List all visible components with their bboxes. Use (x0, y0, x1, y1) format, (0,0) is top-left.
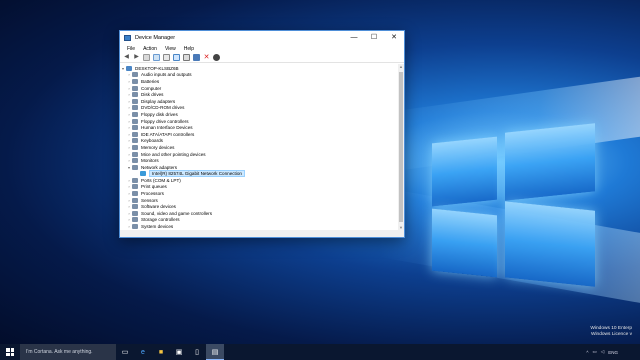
tree-item[interactable]: › Ports (COM & LPT) (120, 177, 400, 184)
task-view-icon[interactable]: ▭ (116, 344, 134, 360)
device-category-icon (132, 118, 138, 124)
show-hidden-icons-icon[interactable]: ^ (586, 350, 588, 355)
device-category-icon (132, 191, 138, 197)
help-icon[interactable] (163, 54, 170, 61)
menu-view[interactable]: View (161, 46, 180, 52)
tree-item[interactable]: › Storage controllers (120, 217, 400, 224)
uninstall-icon[interactable]: ✕ (203, 54, 210, 61)
windows-logo-pane (505, 123, 595, 201)
tree-item[interactable]: › Human Interface Devices (120, 124, 400, 131)
windows-logo-pane (432, 136, 497, 207)
menu-help[interactable]: Help (180, 46, 198, 52)
back-icon[interactable]: ◀ (123, 54, 130, 61)
network-card-icon (140, 171, 146, 177)
tree-item[interactable]: › Audio inputs and outputs (120, 72, 400, 79)
file-explorer-icon[interactable]: ■ (152, 344, 170, 360)
device-manager-icon (124, 34, 131, 41)
tree-item[interactable]: › Monitors (120, 157, 400, 164)
device-category-icon (132, 210, 138, 216)
device-category-icon (132, 217, 138, 223)
device-category-icon (132, 78, 138, 84)
show-hide-tree-icon[interactable] (143, 54, 150, 61)
app-icon[interactable]: ▯ (188, 344, 206, 360)
vertical-scrollbar[interactable]: ▲ ▼ (398, 64, 404, 231)
store-icon[interactable]: ▣ (170, 344, 188, 360)
tree-item[interactable]: › Disk drives (120, 91, 400, 98)
toolbar: ◀ ▶ ✕ (120, 53, 404, 63)
tree-item[interactable]: › DVD/CD-ROM drives (120, 105, 400, 112)
properties-icon[interactable] (153, 54, 160, 61)
maximize-button[interactable]: ☐ (364, 31, 384, 44)
tree-item[interactable]: › Software devices (120, 203, 400, 210)
volume-icon[interactable]: ◁ (601, 349, 604, 355)
tree-item[interactable]: › Sensors (120, 197, 400, 204)
device-category-icon (132, 158, 138, 164)
forward-icon[interactable]: ▶ (133, 54, 140, 61)
title-bar[interactable]: Device Manager — ☐ ✕ (120, 31, 404, 44)
device-category-icon (132, 111, 138, 117)
device-category-icon (132, 144, 138, 150)
language-indicator[interactable]: ENG (608, 350, 618, 355)
device-category-icon (132, 85, 138, 91)
device-category-icon (132, 204, 138, 210)
windows-start-icon (6, 348, 14, 356)
minimize-button[interactable]: — (344, 31, 364, 44)
menu-file[interactable]: File (123, 46, 139, 52)
tree-item[interactable]: › IDE ATA/ATAPI controllers (120, 131, 400, 138)
taskbar: I'm Cortana. Ask me anything. ▭ e ■ ▣ ▯ … (0, 344, 640, 360)
tree-item[interactable]: › Mice and other pointing devices (120, 151, 400, 158)
tree-item[interactable]: › Print queues (120, 184, 400, 191)
device-category-icon (132, 98, 138, 104)
scroll-thumb[interactable] (399, 72, 403, 222)
scroll-up-icon[interactable]: ▲ (398, 64, 404, 70)
device-category-icon (132, 177, 138, 183)
start-button[interactable] (0, 344, 20, 360)
device-manager-window: Device Manager — ☐ ✕ File Action View He… (119, 30, 405, 238)
tree-item[interactable]: › Keyboards (120, 138, 400, 145)
menu-action[interactable]: Action (139, 46, 161, 52)
device-category-icon (132, 105, 138, 111)
network-icon[interactable]: ▭ (593, 349, 597, 355)
tree-item[interactable]: › Display adapters (120, 98, 400, 105)
tree-item[interactable]: › System devices (120, 223, 400, 230)
menu-bar: File Action View Help (120, 44, 404, 53)
system-tray: ^ ▭ ◁ ENG (586, 349, 640, 355)
tree-root[interactable]: ▾ DESKTOP-KLSBZ6B (120, 65, 400, 72)
cortana-search-box[interactable]: I'm Cortana. Ask me anything. (20, 344, 116, 360)
tree-item[interactable]: › Batteries (120, 78, 400, 85)
close-button[interactable]: ✕ (384, 31, 404, 44)
status-bar (120, 230, 404, 237)
device-tree: ▾ DESKTOP-KLSBZ6B › Audio inputs and outp… (120, 64, 400, 231)
tree-item[interactable]: › Processors (120, 190, 400, 197)
add-driver-icon[interactable] (193, 54, 200, 61)
activation-watermark: Windows 10 Enterp Windows Licence v (590, 326, 632, 337)
device-category-icon (132, 92, 138, 98)
computer-icon (126, 65, 132, 71)
tree-item[interactable]: › Memory devices (120, 144, 400, 151)
tree-item[interactable]: › Floppy disk drives (120, 111, 400, 118)
scan-hardware-icon[interactable] (183, 54, 190, 61)
device-category-icon (132, 197, 138, 203)
disable-device-icon[interactable] (213, 54, 220, 61)
tree-item[interactable]: › Sound, video and game controllers (120, 210, 400, 217)
edge-icon[interactable]: e (134, 344, 152, 360)
device-category-icon (132, 164, 138, 170)
device-category-icon (132, 151, 138, 157)
tree-item-network-adapter-intel[interactable]: Intel(R) 82574L Gigabit Network Connecti… (120, 170, 400, 178)
device-manager-taskbar-icon[interactable]: ▤ (206, 344, 224, 360)
device-category-icon (132, 72, 138, 78)
windows-logo-pane (432, 208, 497, 278)
device-category-icon (132, 138, 138, 144)
update-driver-icon[interactable] (173, 54, 180, 61)
window-title: Device Manager (135, 34, 176, 41)
windows-logo-pane (505, 201, 595, 287)
tree-item[interactable]: › Floppy drive controllers (120, 118, 400, 125)
tree-item[interactable]: › Computer (120, 85, 400, 92)
device-category-icon (132, 131, 138, 137)
device-category-icon (132, 224, 138, 230)
device-category-icon (132, 184, 138, 190)
device-category-icon (132, 125, 138, 131)
